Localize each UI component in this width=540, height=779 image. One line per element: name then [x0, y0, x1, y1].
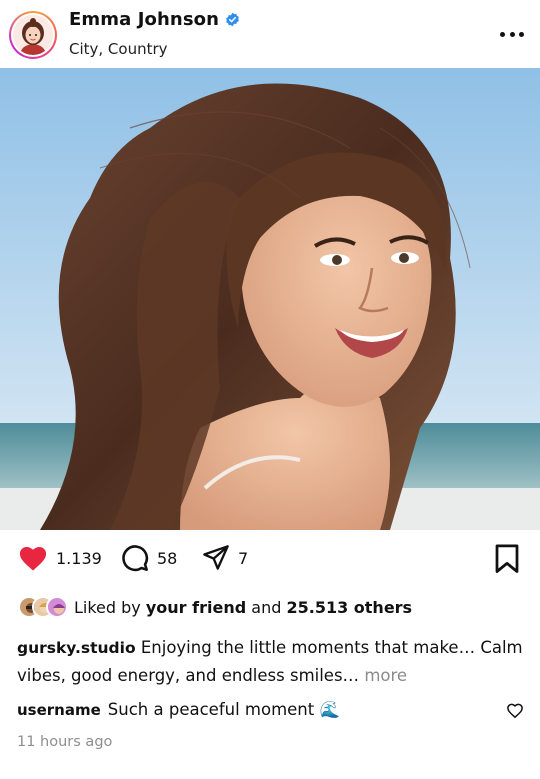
post-header: Emma Johnson City, Country [0, 0, 540, 68]
comment-username[interactable]: username [17, 701, 101, 719]
share-icon [203, 545, 229, 570]
avatar [46, 596, 68, 618]
profile-name[interactable]: Emma Johnson [69, 9, 219, 30]
save-button[interactable] [494, 544, 520, 578]
comment-icon [122, 545, 149, 572]
share-button[interactable]: 7 [202, 544, 248, 572]
like-button[interactable]: 1.139 [18, 544, 102, 572]
post-caption: gursky.studio Enjoying the little moment… [17, 634, 527, 690]
avatar-image [13, 15, 53, 55]
bookmark-icon [495, 544, 519, 573]
more-options-button[interactable] [500, 24, 524, 44]
avatar[interactable] [9, 11, 57, 59]
post-image[interactable] [0, 68, 540, 530]
verified-icon [226, 12, 239, 27]
caption-username[interactable]: gursky.studio [17, 639, 136, 657]
post-actions: 1.139 58 7 [0, 540, 540, 580]
liked-by-others[interactable]: 25.513 others [286, 598, 412, 617]
post-timestamp: 11 hours ago [17, 734, 113, 750]
profile-location[interactable]: City, Country [69, 40, 168, 58]
comment-button[interactable]: 58 [121, 544, 177, 572]
likes-count: 1.139 [56, 548, 102, 568]
comments-count: 58 [157, 548, 178, 568]
comment-row: username Such a peaceful moment 🌊 [17, 700, 527, 720]
liker-avatars [18, 596, 68, 618]
heart-icon [19, 547, 47, 571]
more-link[interactable]: more [364, 666, 407, 685]
liked-by-row[interactable]: Liked by your friend and 25.513 others [18, 596, 412, 618]
more-icon [500, 31, 505, 37]
shares-count: 7 [238, 548, 249, 568]
comment-text: Such a peaceful moment 🌊 [107, 700, 341, 719]
comment-like-icon[interactable] [506, 702, 524, 719]
post-card: Emma Johnson City, Country 1.139 58 7 Li… [0, 0, 540, 779]
liked-by-friend[interactable]: your friend [146, 598, 246, 617]
